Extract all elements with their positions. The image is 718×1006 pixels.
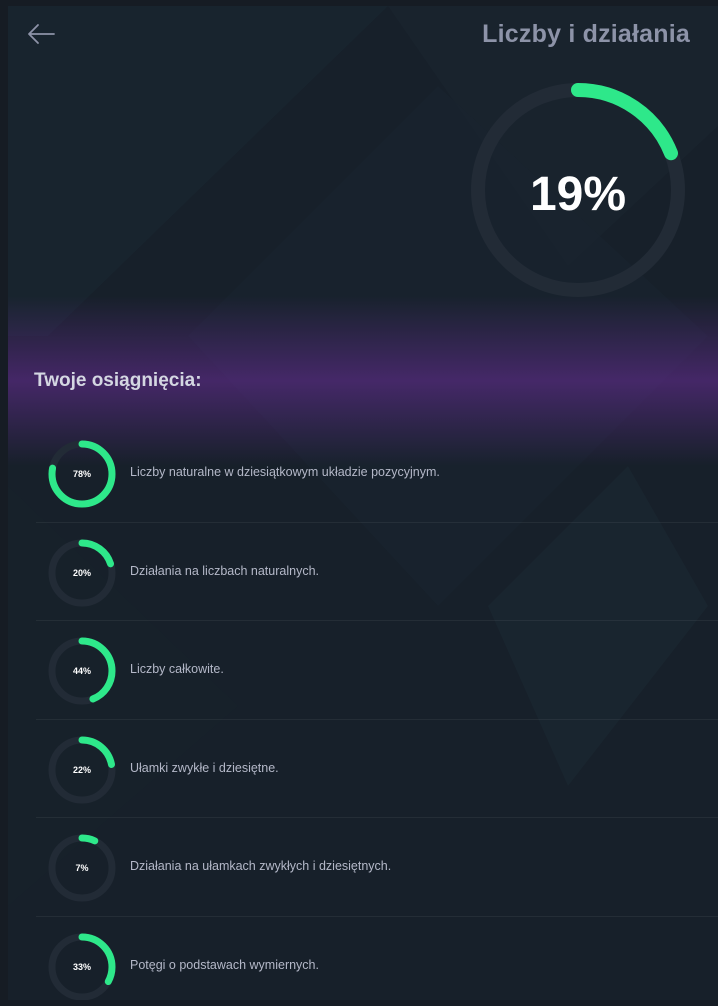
topic-label: Ułamki zwykłe i dziesiętne.: [130, 760, 279, 775]
topic-progress-value: 20%: [72, 567, 91, 578]
topic-progress-ring: 7%: [44, 830, 120, 906]
topic-progress-value: 33%: [72, 961, 91, 972]
list-item[interactable]: 20% Działania na liczbach naturalnych.: [36, 523, 718, 621]
topic-label: Działania na ułamkach zwykłych i dziesię…: [130, 859, 392, 873]
topic-label: Potęgi o podstawach wymiernych.: [130, 957, 319, 972]
list-item[interactable]: 78% Liczby naturalne w dziesiątkowym ukł…: [36, 424, 718, 523]
topic-progress-ring: 44%: [44, 633, 120, 709]
topic-progress-value: 7%: [75, 863, 89, 873]
app-screen: Liczby i działania 19% Twoje osiągnięcia…: [8, 6, 718, 1000]
page-title: Liczby i działania: [482, 20, 690, 48]
arrow-left-icon: [28, 24, 55, 44]
topic-progress-value: 22%: [72, 764, 91, 775]
list-item[interactable]: 22% Ułamki zwykłe i dziesiętne.: [36, 720, 718, 818]
overall-progress-value: 19%: [529, 167, 627, 221]
topic-progress-ring: 22%: [44, 732, 120, 808]
topic-progress-value: 44%: [72, 666, 91, 676]
list-item[interactable]: 33% Potęgi o podstawach wymiernych.: [36, 917, 718, 1000]
topic-progress-ring: 78%: [44, 436, 120, 512]
achievements-heading: Twoje osiągnięcia:: [34, 370, 202, 391]
topic-label: Liczby całkowite.: [130, 662, 224, 676]
overall-progress-ring: 19%: [468, 80, 688, 300]
back-button[interactable]: [24, 20, 58, 48]
topic-label: Działania na liczbach naturalnych.: [130, 563, 319, 578]
list-item[interactable]: 7% Działania na ułamkach zwykłych i dzie…: [36, 818, 718, 917]
list-item[interactable]: 44% Liczby całkowite.: [36, 621, 718, 720]
topic-progress-value: 78%: [72, 469, 91, 479]
topic-label: Liczby naturalne w dziesiątkowym układzi…: [130, 465, 440, 479]
topic-progress-ring: 20%: [44, 535, 120, 611]
topic-progress-ring: 33%: [44, 929, 120, 1000]
topic-list: 78% Liczby naturalne w dziesiątkowym ukł…: [36, 424, 718, 1000]
